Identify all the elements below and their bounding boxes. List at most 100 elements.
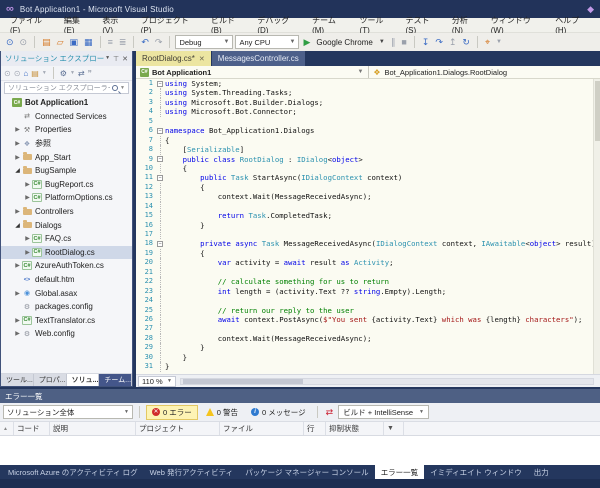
tree-item-rootdialog-cs[interactable]: ▶ C# RootDialog.cs bbox=[1, 245, 132, 260]
menu-item-12[interactable]: ヘルプ(H) bbox=[549, 15, 596, 35]
fold-margin[interactable]: − bbox=[156, 239, 165, 248]
fold-margin[interactable]: − bbox=[156, 79, 165, 88]
tree-expand-icon[interactable]: ▶ bbox=[23, 249, 32, 256]
code-editor[interactable]: 1− using System; 2 using System.Threading.T… bbox=[136, 79, 600, 374]
column-header-4[interactable]: ファイル bbox=[220, 422, 304, 435]
severity-sort-column[interactable]: ▲ bbox=[0, 422, 14, 435]
tree-item-platformoptions-cs[interactable]: ▶ C# PlatformOptions.cs bbox=[1, 191, 132, 205]
tree-item-bugreport-cs[interactable]: ▶ C# BugReport.cs bbox=[1, 178, 132, 192]
messages-filter-button[interactable]: i 0 メッセージ bbox=[246, 405, 311, 420]
menu-item-6[interactable]: デバッグ(D) bbox=[251, 15, 306, 35]
menu-item-11[interactable]: ウィンドウ(W) bbox=[485, 15, 549, 35]
tree-item-controllers[interactable]: ▶ Controllers bbox=[1, 205, 132, 219]
zoom-dropdown[interactable]: 110 % ▼ bbox=[138, 375, 176, 387]
feedback-icon[interactable]: ◆ bbox=[587, 4, 594, 15]
tree-expand-icon[interactable]: ▶ bbox=[13, 126, 22, 133]
column-header-3[interactable]: プロジェクト bbox=[136, 422, 220, 435]
comment-icon[interactable]: ≡ bbox=[106, 34, 115, 50]
menu-item-1[interactable]: ファイル(F) bbox=[4, 15, 58, 35]
run-target-chevron-icon[interactable]: ▼ bbox=[377, 34, 387, 50]
tree-expand-icon[interactable]: ▶ bbox=[13, 154, 22, 161]
forward-icon[interactable]: ⊙ bbox=[14, 69, 21, 78]
tree-expand-icon[interactable]: ▶ bbox=[23, 235, 32, 242]
tree-expand-icon[interactable]: ▶ bbox=[13, 290, 22, 297]
collapse-all-icon[interactable]: ▤ bbox=[31, 69, 39, 78]
tree-expand-icon[interactable]: ▶ bbox=[13, 317, 22, 324]
menu-item-8[interactable]: ツール(T) bbox=[354, 15, 400, 35]
tree-item-faq-cs[interactable]: ▶ C# FAQ.cs bbox=[1, 232, 132, 246]
tree-expand-icon[interactable]: ▶ bbox=[13, 140, 22, 147]
find-icon[interactable]: ⌖ bbox=[483, 34, 492, 50]
menu-item-4[interactable]: プロジェクト(P) bbox=[135, 15, 205, 35]
close-icon[interactable]: ✕ bbox=[122, 55, 128, 63]
tree-item-texttranslator-cs[interactable]: ▶ C# TextTranslator.cs bbox=[1, 314, 132, 328]
step-out-icon[interactable]: ↥ bbox=[447, 34, 459, 50]
tool-tab-ツル[interactable]: ツール... bbox=[1, 374, 34, 386]
save-icon[interactable]: ▣ bbox=[68, 34, 81, 50]
solution-explorer-titlebar[interactable]: ソリューション エクスプローラー ▼ ⊤ ✕ bbox=[1, 51, 132, 66]
tree-expand-icon[interactable]: ▶ bbox=[23, 181, 32, 188]
error-scope-dropdown[interactable]: ソリューション全体 ▼ bbox=[3, 405, 133, 419]
tree-item-dialogs[interactable]: ◢ Dialogs bbox=[1, 218, 132, 232]
type-dropdown[interactable]: ❖ Bot_Application1.Dialogs.RootDialog bbox=[369, 66, 600, 78]
tool-tab-チム[interactable]: チーム... bbox=[99, 374, 132, 386]
start-debug-icon[interactable]: ▶ bbox=[301, 34, 312, 50]
tree-item-global-asax[interactable]: ▶ ◉ Global.asax bbox=[1, 286, 132, 300]
menu-item-2[interactable]: 編集(E) bbox=[58, 15, 96, 35]
tree-expand-icon[interactable]: ▶ bbox=[23, 194, 32, 201]
document-tab-rootdialog-cs[interactable]: RootDialog.cs* ✕ bbox=[136, 51, 211, 66]
column-header-5[interactable]: 行 bbox=[304, 422, 326, 435]
step-into-icon[interactable]: ↧ bbox=[420, 34, 432, 50]
tree-item-connected-services[interactable]: ⇄ Connected Services bbox=[1, 110, 132, 124]
error-list-body[interactable] bbox=[0, 436, 600, 465]
tree-item-bot-application1[interactable]: C# Bot Application1 bbox=[1, 96, 132, 110]
chevron-down-icon[interactable]: ▼ bbox=[120, 85, 125, 91]
solution-search-input[interactable]: ソリューション エクスプローラー の検... ▼ bbox=[4, 82, 129, 94]
solution-config-dropdown[interactable]: Debug ▼ bbox=[175, 35, 234, 49]
tool-tab-プロパ[interactable]: プロパ... bbox=[33, 374, 67, 386]
menu-item-5[interactable]: ビルド(B) bbox=[205, 15, 251, 35]
scrollbar-thumb[interactable] bbox=[595, 81, 600, 141]
column-header-1[interactable]: コード bbox=[14, 422, 50, 435]
panel-tab-イミディエイト-ウィンドウ[interactable]: イミディエイト ウィンドウ bbox=[424, 465, 528, 479]
home-icon[interactable]: ⌂ bbox=[23, 69, 28, 78]
panel-tab-出力[interactable]: 出力 bbox=[528, 465, 555, 479]
menu-item-9[interactable]: テスト(S) bbox=[399, 15, 445, 35]
collapse-box-icon[interactable]: − bbox=[157, 156, 163, 162]
tool-tab-ソリュ[interactable]: ソリュ... bbox=[66, 374, 100, 386]
tree-item-properties[interactable]: ▶ ⚒ Properties bbox=[1, 123, 132, 137]
new-file-icon[interactable]: ▤ bbox=[40, 34, 53, 50]
tree-expand-icon[interactable]: ◢ bbox=[13, 167, 22, 174]
fold-margin[interactable]: − bbox=[156, 155, 165, 164]
fold-margin[interactable]: − bbox=[156, 126, 165, 135]
undo-icon[interactable]: ↶ bbox=[139, 34, 151, 50]
refresh-icon[interactable]: ↻ bbox=[460, 34, 472, 50]
close-tab-icon[interactable]: ✕ bbox=[199, 55, 205, 63]
panel-tab-Web-発行アクティビティ[interactable]: Web 発行アクティビティ bbox=[144, 465, 240, 479]
errors-filter-button[interactable]: ✕ 0 エラー bbox=[146, 404, 198, 420]
menu-item-10[interactable]: 分析(N) bbox=[446, 15, 485, 35]
tree-item-web-config[interactable]: ▶ ⚙ Web.config bbox=[1, 327, 132, 341]
scrollbar-thumb[interactable] bbox=[183, 378, 303, 384]
column-header-6[interactable]: 抑制状態 bbox=[326, 422, 384, 435]
menu-item-7[interactable]: チーム(M) bbox=[306, 15, 353, 35]
platform-dropdown[interactable]: Any CPU ▼ bbox=[235, 35, 300, 49]
column-header-2[interactable]: 説明 bbox=[50, 422, 136, 435]
tree-item-packages-config[interactable]: ⚙ packages.config bbox=[1, 300, 132, 314]
tree-item--[interactable]: ▶ ❖ 参照 bbox=[1, 137, 132, 151]
pending-filter-icon[interactable]: ⚙ bbox=[60, 69, 67, 78]
chevron-down-icon[interactable]: ▼ bbox=[70, 70, 75, 76]
error-source-dropdown[interactable]: ビルド + IntelliSense ▼ bbox=[338, 405, 429, 419]
toolbar-overflow-icon[interactable]: ▼ bbox=[494, 34, 504, 50]
collapse-box-icon[interactable]: − bbox=[157, 80, 163, 87]
tree-expand-icon[interactable]: ▶ bbox=[13, 208, 22, 215]
tree-expand-icon[interactable]: ▶ bbox=[13, 330, 22, 337]
panel-menu-chevron-icon[interactable]: ▼ bbox=[105, 55, 110, 63]
panel-tab-エラー一覧[interactable]: エラー一覧 bbox=[374, 465, 425, 479]
navigate-back-icon[interactable]: ⊙ bbox=[4, 34, 16, 50]
sync-active-doc-icon[interactable]: ⇄ bbox=[78, 69, 85, 78]
tree-expand-icon[interactable]: ▶ bbox=[13, 262, 22, 269]
tree-item-app-start[interactable]: ▶ App_Start bbox=[1, 150, 132, 164]
filter-funnel-icon[interactable]: ▼ bbox=[384, 422, 404, 435]
panel-tab-パッケージ-マネージャー-コンソール[interactable]: パッケージ マネージャー コンソール bbox=[239, 465, 375, 479]
